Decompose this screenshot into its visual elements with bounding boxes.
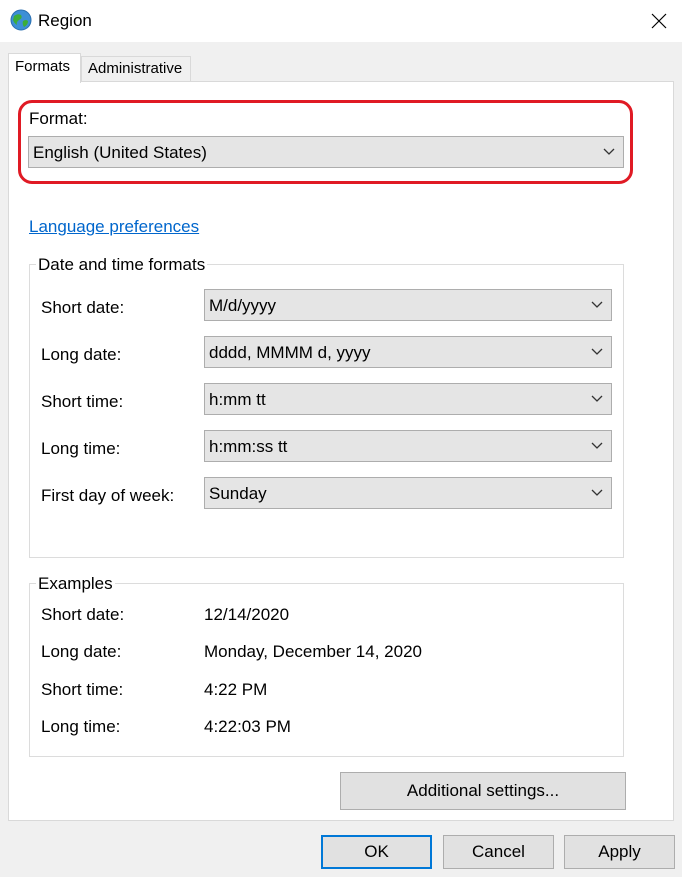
long-time-value: h:mm:ss tt (209, 437, 288, 456)
chevron-down-icon (591, 348, 603, 355)
first-day-of-week-dropdown[interactable]: Sunday (204, 477, 612, 509)
long-time-label: Long time: (41, 439, 121, 458)
format-dropdown[interactable]: English (United States) (28, 136, 624, 168)
short-date-value: M/d/yyyy (209, 296, 277, 315)
short-date-label: Short date: (41, 298, 125, 317)
apply-button[interactable]: Apply (564, 835, 675, 869)
long-date-value: dddd, MMMM d, yyyy (209, 343, 371, 362)
long-date-dropdown[interactable]: dddd, MMMM d, yyyy (204, 336, 612, 368)
example-long-date-label: Long date: (41, 642, 122, 661)
example-short-time-value: 4:22 PM (204, 680, 268, 699)
first-day-of-week-value: Sunday (209, 484, 267, 503)
first-day-of-week-label: First day of week: (41, 486, 175, 505)
short-time-value: h:mm tt (209, 390, 266, 409)
tab-label: Administrative (88, 60, 183, 77)
cancel-button[interactable]: Cancel (443, 835, 554, 869)
example-long-time-value: 4:22:03 PM (204, 717, 291, 736)
tab-administrative[interactable]: Administrative (81, 56, 191, 82)
globe-icon (10, 9, 32, 31)
window-title: Region (38, 11, 92, 30)
chevron-down-icon (591, 301, 603, 308)
example-long-time-label: Long time: (41, 717, 121, 736)
long-date-label: Long date: (41, 345, 122, 364)
date-time-formats-title: Date and time formats (36, 255, 208, 275)
examples-title: Examples (36, 574, 115, 594)
example-short-date-value: 12/14/2020 (204, 605, 290, 624)
example-short-time-label: Short time: (41, 680, 124, 699)
chevron-down-icon (591, 395, 603, 402)
tab-label: Formats (15, 58, 71, 75)
short-time-dropdown[interactable]: h:mm tt (204, 383, 612, 415)
close-icon (651, 13, 667, 29)
example-short-date-label: Short date: (41, 605, 125, 624)
short-time-label: Short time: (41, 392, 124, 411)
close-button[interactable] (636, 0, 682, 42)
long-time-dropdown[interactable]: h:mm:ss tt (204, 430, 612, 462)
title-bar: Region (0, 0, 682, 42)
chevron-down-icon (591, 489, 603, 496)
tab-formats[interactable]: Formats (8, 53, 81, 83)
short-date-dropdown[interactable]: M/d/yyyy (204, 289, 612, 321)
language-preferences-link[interactable]: Language preferences (29, 217, 199, 237)
ok-button[interactable]: OK (321, 835, 432, 869)
example-long-date-value: Monday, December 14, 2020 (204, 642, 422, 661)
format-label: Format: (29, 109, 88, 128)
chevron-down-icon (603, 148, 615, 155)
additional-settings-button[interactable]: Additional settings... (340, 772, 626, 810)
format-value: English (United States) (33, 143, 207, 162)
chevron-down-icon (591, 442, 603, 449)
